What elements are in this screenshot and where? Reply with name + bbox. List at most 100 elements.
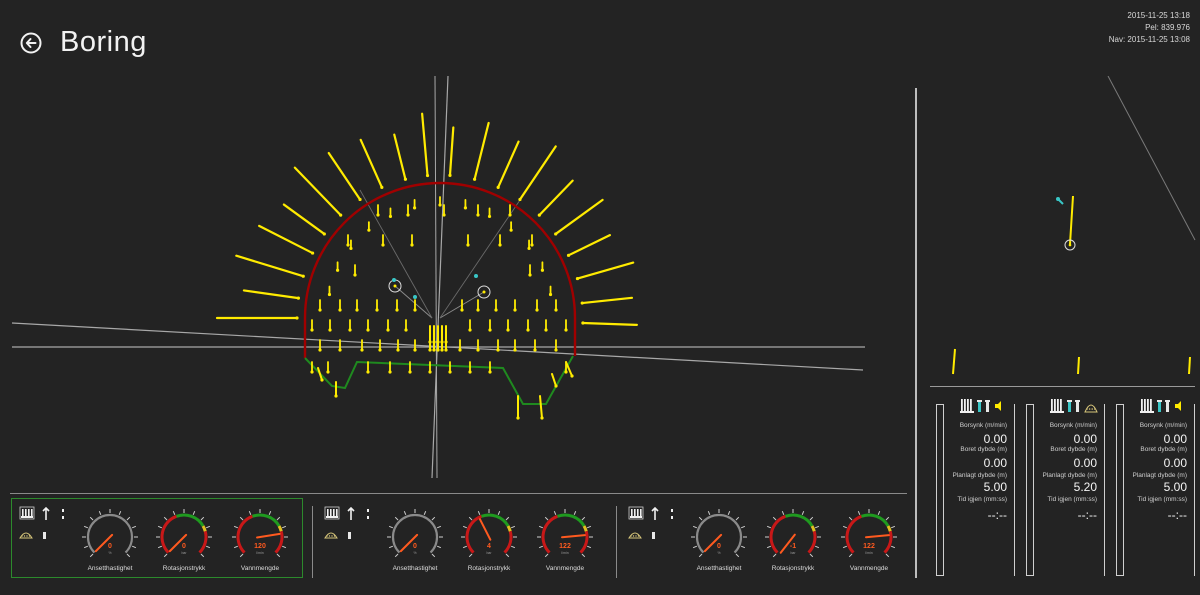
gauge-arc-warn [201,525,207,532]
gauge-tick [462,545,468,549]
gauge-arc-warn [886,525,892,532]
gauge-tick [848,553,853,558]
drill-hole-end [448,370,452,374]
drill-hole-end [378,348,382,352]
gauge-tick [740,525,746,529]
arrow-up-button[interactable] [650,507,660,521]
gauge-tick [163,553,168,558]
drill-hole-end [406,213,410,217]
gauge-tick [781,510,785,516]
gauge-unit: % [413,551,417,555]
metric-label: Tid igjen (mm:ss) [1137,496,1187,503]
drill-rig-icon [1140,398,1154,414]
drill-hole-end [436,348,440,352]
boom-marker[interactable] [474,274,478,278]
gauge-arc-warn [277,525,283,532]
gauge-tick [98,510,102,516]
gauge-tick [276,553,281,558]
drill-hole-end [540,416,544,420]
boom-marker[interactable] [413,295,417,299]
drill-hole-end [338,348,342,352]
pattern-button[interactable] [628,530,642,540]
gauge-tick [131,545,137,549]
drill-plan-view[interactable] [0,60,905,490]
drill-hole-end [318,348,322,352]
drill-hole-end [335,268,340,272]
gauge-tick [801,510,805,516]
gauge-unit: bar [790,551,796,555]
pattern-button[interactable] [324,530,338,540]
drill-rig-button[interactable] [324,506,340,520]
gauge-1 [765,509,821,558]
gauge-tick [538,545,544,549]
gauge-tick [885,553,890,558]
drill-column-2[interactable]: Borsynk (m/min) 0.00 Boret dybde (m) 0.00 Pl… [1022,398,1107,578]
gauge-tick [553,510,557,516]
dots-button[interactable] [364,507,372,521]
drill-hole-end [508,213,512,217]
metric-label: Boret dybde (m) [1140,446,1187,453]
gauge-arc-green [175,513,205,527]
side-view[interactable] [930,76,1200,386]
drill-hole-end [301,274,305,278]
dots-icon [62,509,64,519]
gauge-tick [233,545,239,549]
arrow-up-button[interactable] [346,507,356,521]
dots-button[interactable] [668,507,676,521]
pattern-button[interactable] [19,530,33,540]
drill-hole-end [381,243,385,247]
drill-hole-end [322,232,326,236]
side-hole-3 [1188,356,1191,375]
drill-rig-button[interactable] [19,506,35,520]
gauge-tick [431,553,436,558]
gauge-label: Ansetthastighet [87,565,133,572]
side-hole-1 [952,348,956,375]
boom-direction-line [439,199,521,319]
drill-hole-end [498,243,502,247]
gauge-unit: l/min [865,551,873,555]
gauge-tick [83,525,89,529]
drill-hole [293,166,342,217]
arrow-up-icon [651,507,659,520]
drill-hole-end [472,177,477,181]
bucket-button[interactable] [346,530,353,540]
boom-marker[interactable] [392,278,396,282]
drill-hole-end [548,292,553,297]
drill-column-3[interactable]: Borsynk (m/min) 0.00 Boret dybde (m) 0.00 Pl… [1112,398,1197,578]
gauge-label: Rotasjonstrykk [467,565,511,572]
depth-bar [1116,404,1124,576]
drill-hole-end [488,370,492,374]
gauge-tick [157,525,163,529]
gauge-label: Ansetthastighet [696,565,742,572]
drill-hole-end [533,348,537,352]
boom-target-point [482,290,486,294]
tool-icon [1164,398,1171,414]
depth-bar [936,404,944,576]
dots-button[interactable] [59,507,67,521]
drill-hole [497,140,520,189]
gauge-tick [573,510,577,516]
bucket-button[interactable] [650,530,657,540]
arrow-up-button[interactable] [41,507,51,521]
drill-column-1[interactable]: Borsynk (m/min) 0.00 Boret dybde (m) 0.00 Pl… [932,398,1017,578]
back-button[interactable] [20,32,42,54]
drill-hole-end [318,308,322,312]
bucket-button[interactable] [41,530,48,540]
gauge-tick [842,545,848,549]
drill-hole-end [544,328,548,332]
drill-hole-end [476,213,480,217]
gauge-tick [276,516,281,521]
drill-hole [581,321,638,326]
drill-rig-button[interactable] [628,506,644,520]
drill-hole-end [375,308,379,312]
gauge-tick [814,545,820,549]
gauge-value: -1 [789,543,797,550]
drill-hole-end [428,348,432,352]
reference-line [434,75,438,479]
drill-hole-end [516,416,520,420]
gauge-tick [505,553,510,558]
rig-separator [312,506,313,578]
gauge-tick [83,545,89,549]
gauge-arc-green [251,513,281,527]
gauge-needle [561,534,586,539]
